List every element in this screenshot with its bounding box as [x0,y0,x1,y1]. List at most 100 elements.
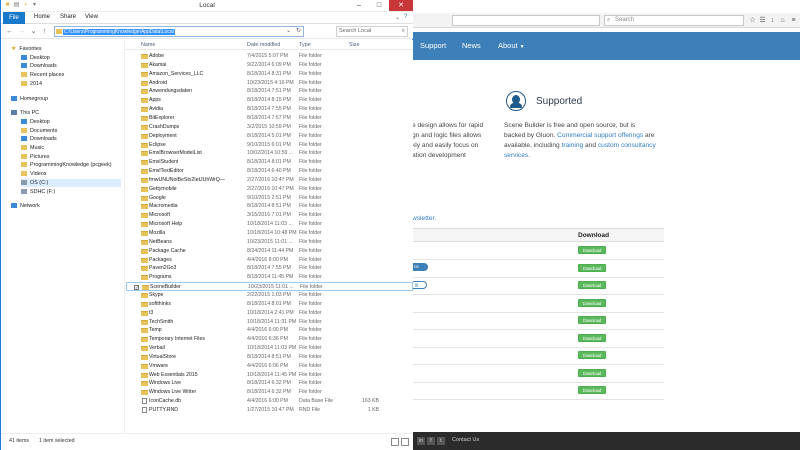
social-icon[interactable]: f [427,437,435,445]
file-row[interactable]: Mozilla 10/18/2014 10:48 PM File folder [126,229,413,238]
download-button[interactable]: Download [578,386,606,394]
nav-item[interactable]: Documents [21,127,57,135]
nav-item[interactable]: SDHC (F:) [21,188,55,196]
nav-item[interactable]: This PC [11,109,39,117]
nav-item[interactable]: Network [11,202,40,210]
file-row[interactable]: Windows Live 8/18/2014 6:32 PM File folder [126,379,413,388]
nav-item[interactable]: Desktop [21,118,50,126]
title-bar[interactable]: ■ ▤ ▪ ▾ Local – □ ✕ [1,0,413,12]
download-button[interactable]: Download [578,333,606,342]
recent-dropdown-icon[interactable]: ⌄ [29,27,38,36]
large-icons-view-icon[interactable] [401,438,409,446]
nav-item[interactable]: Downloads [21,135,57,143]
version-badge[interactable]: ris [412,263,428,271]
nav-item[interactable]: OS (C:) [21,178,121,187]
training-link[interactable]: training [562,142,584,149]
file-row[interactable]: Gettymobile 2/27/2016 10:47 PM File folder [126,185,413,194]
refresh-icon[interactable]: ↻ [296,27,301,34]
file-row[interactable]: Macromedia 8/18/2014 8:51 PM File folder [126,202,413,211]
file-row[interactable]: EmxlBrowserModelList 10/02/2014 10:59 ...… [126,149,413,158]
file-row[interactable]: Windows Live Writer 8/18/2014 6:32 PM File… [126,388,413,397]
download-button[interactable]: Download [578,316,606,324]
file-row[interactable]: Temp 4/4/2016 6:00 PM File folder [126,326,413,335]
back-arrow-icon[interactable]: ← [5,27,14,36]
nav-news[interactable]: News [462,41,481,50]
commercial-support-link[interactable]: Commercial support offerings [557,132,643,139]
file-row[interactable]: t3 10/18/2014 2:41 PM File folder [126,309,413,318]
nav-item[interactable]: ProgrammingKnowledge (pcgeek) [21,161,112,169]
nav-item[interactable]: Desktop [21,54,50,62]
nav-item[interactable]: Homegroup [11,95,48,103]
address-input[interactable]: C:\Users\ProgrammingKnowledge\AppData\Lo… [54,26,304,37]
file-row[interactable]: Vmware 4/4/2016 6:06 PM File folder [126,362,413,371]
details-view-icon[interactable] [391,438,399,446]
file-row[interactable]: IconCache.db 4/4/2016 6:00 PM Data Base Fi… [126,397,413,406]
tab-file[interactable]: File [3,12,25,24]
file-row[interactable]: EmxlTextEditor 8/18/2014 6:40 PM File fold… [126,167,413,176]
search-input[interactable]: Search Local ⌕ [336,26,408,37]
file-row[interactable]: Amazon_Services_LLC 8/18/2014 8:31 PM File… [126,70,413,79]
file-row[interactable]: Apps 8/18/2014 8:15 PM File folder [126,96,413,105]
nav-item[interactable]: Downloads [21,62,57,70]
file-row[interactable]: Web Essentials 2015 10/18/2014 11:45 PM Fi… [126,371,413,380]
file-row[interactable]: Temporary Internet Files 4/4/2016 6:36 PM… [126,335,413,344]
file-row[interactable]: Microsoft Help 10/18/2014 11:03 ... File f… [126,220,413,229]
nav-item[interactable]: ★ Favorites [11,45,42,53]
maximize-button[interactable]: □ [369,0,389,11]
column-size[interactable]: Size [349,42,360,48]
tab-view[interactable]: View [85,14,98,20]
file-row[interactable]: Verbail 10/18/2014 11:03 PM File folder [126,344,413,353]
bookmarks-icon[interactable]: ☰ [758,16,767,25]
file-row[interactable]: TechSmith 10/18/2014 11:31 PM File folder [126,318,413,327]
expand-ribbon-icon[interactable]: ⌄ [395,14,400,21]
tab-share[interactable]: Share [60,14,76,20]
nav-item[interactable]: Pictures [21,153,49,161]
nav-support[interactable]: Support [420,41,446,50]
file-row[interactable]: Avidia 8/18/2014 7:55 PM File folder [126,105,413,114]
file-row[interactable]: Skype 2/22/2015 1:03 PM File folder [126,291,413,300]
newsletter-link[interactable]: wsletter. [412,215,436,222]
file-row[interactable]: EmxlStudent 8/18/2014 8:01 PM File folder [126,158,413,167]
file-row[interactable]: Google 9/10/2015 2:51 PM File folder [126,194,413,203]
download-button[interactable]: Download [578,298,606,307]
dropdown-icon[interactable]: ⌄ [286,27,291,34]
consultancy-link[interactable]: custom consultancy [598,142,656,149]
column-type[interactable]: Type [299,42,311,48]
download-button[interactable]: Download [578,368,606,377]
file-row[interactable]: Adobe 7/4/2015 5:07 PM File folder [126,52,413,61]
column-date[interactable]: Date modified [247,42,280,48]
download-button[interactable]: Download [578,263,606,272]
file-row[interactable]: Android 10/23/2015 4:16 PM File folder [126,79,413,88]
download-button[interactable]: Download [578,281,606,289]
file-row[interactable]: Programs 8/18/2014 11:45 PM File folder [126,273,413,282]
file-row[interactable]: Packages 4/4/2016 8:00 PM File folder [126,256,413,265]
up-arrow-icon[interactable]: ↑ [40,27,49,36]
forward-arrow-icon[interactable]: → [17,27,26,36]
file-row[interactable]: CrashDumps 3/2/2015 10:59 PM File folder [126,123,413,132]
tab-home[interactable]: Home [34,14,50,20]
version-badge[interactable]: Ⅲ [412,281,427,289]
star-icon[interactable]: ☆ [748,16,757,25]
file-row[interactable]: ✓ SceneBuilder 10/23/2015 11:01 ... File fo… [126,282,413,291]
file-row[interactable]: PUTTY.RND 1/27/2015 10:47 PM RND File 1 KB [126,406,413,415]
help-icon[interactable]: ? [404,14,407,20]
menu-icon[interactable]: ≡ [789,16,798,25]
nav-item[interactable]: 2014 [21,80,42,88]
file-row[interactable]: Eclipse 9/10/2015 6:01 PM File folder [126,141,413,150]
nav-item[interactable]: Videos [21,170,46,178]
file-row[interactable]: Microsoft 3/15/2016 7:01 PM File folder [126,211,413,220]
file-row[interactable]: Paven2Go3 8/18/2014 7:55 PM File folder [126,264,413,273]
download-button[interactable]: Download [578,246,606,254]
social-icon[interactable]: t [437,437,445,445]
download-icon[interactable]: ↓ [768,16,777,25]
home-icon[interactable]: ⌂ [778,16,787,25]
file-row[interactable]: NetBeans 10/23/2015 11:01 ... File folder [126,238,413,247]
file-row[interactable]: Akamai 9/22/2014 6:09 PM File folder [126,61,413,70]
file-row[interactable]: Deployment 8/18/2014 5:01 PM File folder [126,132,413,141]
nav-item[interactable]: Music [21,144,44,152]
file-row[interactable]: fmwUNUNoiBeStx2IetJUhWrQ— 2/27/2016 10:47… [126,176,413,185]
close-button[interactable]: ✕ [389,0,413,11]
browser-search-input[interactable]: ⌕ Search [604,15,744,26]
social-icon[interactable]: in [417,437,425,445]
checkbox-icon[interactable]: ✓ [134,285,139,291]
